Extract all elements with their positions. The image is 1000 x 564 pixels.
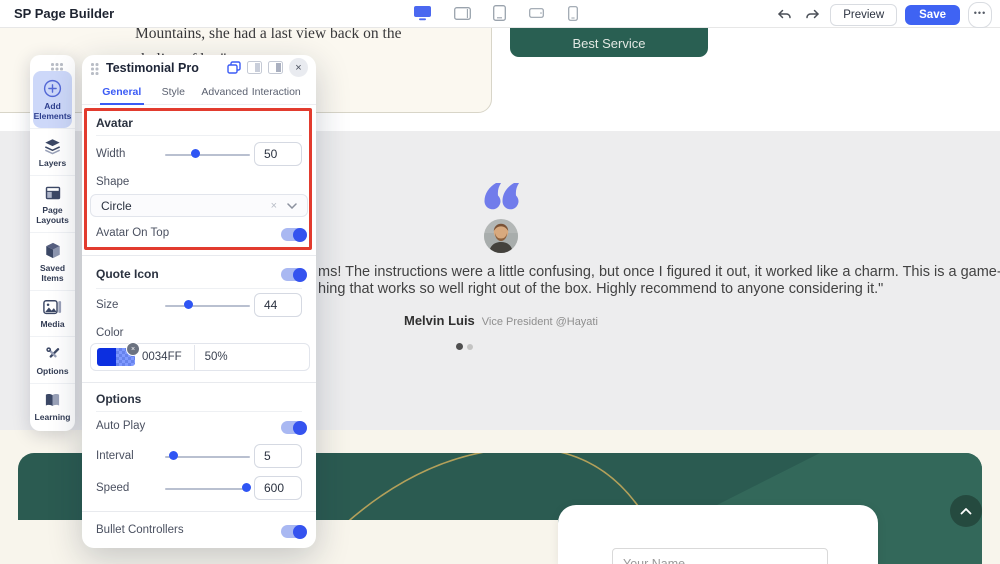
color-alpha-value[interactable]: 50% — [205, 351, 228, 363]
plus-circle-icon — [43, 79, 62, 98]
testimonial-avatar — [484, 219, 518, 253]
tools-icon — [44, 345, 62, 363]
sidebar-item-label: Options — [36, 366, 68, 376]
layers-icon — [43, 137, 62, 155]
interval-label: Interval — [96, 450, 134, 462]
sidebar-item-learning[interactable]: Learning — [30, 383, 75, 429]
color-label: Color — [96, 327, 123, 339]
auto-play-label: Auto Play — [96, 420, 145, 432]
pagination-dot[interactable] — [467, 344, 473, 350]
options-section-heading: Options — [96, 392, 141, 406]
pagination-dot-active[interactable] — [456, 343, 463, 350]
testimonial-author: Melvin Luis Vice President @Hayati — [404, 313, 598, 328]
copy-panel-icon[interactable] — [227, 61, 241, 74]
device-tablet-landscape-icon[interactable] — [450, 4, 474, 22]
shape-select[interactable]: Circle × — [90, 194, 308, 217]
speed-label: Speed — [96, 482, 129, 494]
tab-interaction[interactable]: Interaction — [251, 80, 303, 104]
close-icon[interactable]: × — [289, 58, 308, 77]
interval-slider[interactable] — [165, 451, 250, 461]
testimonial-text-line1: ms! The instructions were a little confu… — [318, 264, 1000, 280]
bullet-controllers-toggle[interactable] — [281, 525, 306, 538]
shape-label: Shape — [96, 176, 129, 188]
color-swatch[interactable]: × — [97, 348, 135, 366]
quote-icon-toggle[interactable] — [281, 268, 306, 281]
shape-select-value: Circle — [101, 199, 132, 213]
bullet-controllers-label: Bullet Controllers — [96, 524, 184, 536]
sidebar-item-media[interactable]: Media — [30, 290, 75, 336]
author-name: Melvin Luis — [404, 313, 475, 328]
scroll-to-top-button[interactable] — [950, 495, 982, 527]
device-phone-portrait-icon[interactable] — [561, 4, 585, 22]
contact-form-card — [558, 505, 878, 564]
best-service-badge: Best Service — [510, 27, 708, 57]
testimonial-text-line2: hing that works so well right out of the… — [318, 281, 883, 297]
clear-icon[interactable]: × — [271, 200, 277, 212]
media-icon — [43, 299, 62, 316]
avatar-section-heading: Avatar — [96, 116, 133, 130]
size-input[interactable] — [254, 293, 302, 317]
redo-icon[interactable] — [802, 5, 822, 25]
top-toolbar: SP Page Builder — [0, 0, 1000, 28]
sidebar-item-label: Learning — [35, 412, 71, 422]
sidebar-item-label: Saved Items — [31, 263, 74, 283]
speed-input[interactable] — [254, 476, 302, 500]
panel-header: Testimonial Pro × — [82, 55, 316, 80]
sidebar-item-saved-items[interactable]: Saved Items — [30, 232, 75, 290]
sidebar-item-add-elements[interactable]: Add Elements — [33, 71, 72, 128]
sidebar-item-label: Page Layouts — [31, 205, 74, 225]
panel-drag-handle-icon[interactable] — [91, 63, 94, 66]
tab-style[interactable]: Style — [148, 80, 200, 104]
app-title: SP Page Builder — [14, 6, 114, 21]
page-layout-icon — [44, 184, 62, 202]
quote-icon — [482, 181, 522, 213]
author-role: Vice President @Hayati — [482, 316, 598, 328]
color-hex-value[interactable]: 0034FF — [142, 351, 182, 363]
sidebar-item-layers[interactable]: Layers — [30, 128, 75, 175]
save-button[interactable]: Save — [905, 5, 960, 25]
width-slider[interactable] — [165, 149, 250, 159]
testimonial-pro-panel: Testimonial Pro × General Style Advanced… — [82, 55, 316, 548]
color-field[interactable]: × 0034FF 50% — [90, 343, 310, 371]
sidebar-item-label: Layers — [39, 158, 66, 168]
your-name-input[interactable] — [612, 548, 828, 564]
device-phone-landscape-icon[interactable] — [524, 4, 548, 22]
sidebar-item-page-layouts[interactable]: Page Layouts — [30, 175, 75, 232]
device-tablet-portrait-icon[interactable] — [487, 4, 511, 22]
chevron-down-icon — [287, 203, 297, 209]
panel-title: Testimonial Pro — [106, 61, 199, 75]
sidebar-item-label: Media — [40, 319, 64, 329]
width-label: Width — [96, 148, 125, 160]
interval-input[interactable] — [254, 444, 302, 468]
builder-sidebar: Add Elements Layers Page Layouts Saved I… — [30, 55, 75, 431]
width-input[interactable] — [254, 142, 302, 166]
auto-play-toggle[interactable] — [281, 421, 306, 434]
sidebar-item-label: Add Elements — [34, 101, 72, 121]
sidebar-drag-handle-icon[interactable] — [30, 59, 75, 71]
cube-icon — [44, 241, 62, 260]
undo-icon[interactable] — [774, 5, 794, 25]
avatar-on-top-label: Avatar On Top — [96, 227, 169, 239]
book-icon — [43, 392, 62, 409]
preview-button[interactable]: Preview — [830, 4, 897, 26]
tab-general[interactable]: General — [96, 80, 148, 104]
size-slider[interactable] — [165, 300, 250, 310]
more-options-button[interactable]: ••• — [968, 2, 992, 28]
chevron-up-icon — [960, 507, 972, 515]
size-label: Size — [96, 299, 118, 311]
panel-tabs: General Style Advanced Interaction — [82, 80, 316, 105]
avatar-on-top-toggle[interactable] — [281, 228, 306, 241]
quote-icon-heading: Quote Icon — [96, 267, 159, 281]
remove-color-icon[interactable]: × — [126, 342, 140, 356]
dock-right-icon[interactable] — [268, 61, 283, 74]
dock-left-icon[interactable] — [247, 61, 262, 74]
device-desktop-icon[interactable] — [410, 4, 434, 22]
speed-slider[interactable] — [165, 483, 250, 493]
hero-quote-line1: Mountains, she had a last view back on t… — [135, 27, 401, 47]
tab-advanced[interactable]: Advanced — [199, 80, 251, 104]
sidebar-item-options[interactable]: Options — [30, 336, 75, 383]
